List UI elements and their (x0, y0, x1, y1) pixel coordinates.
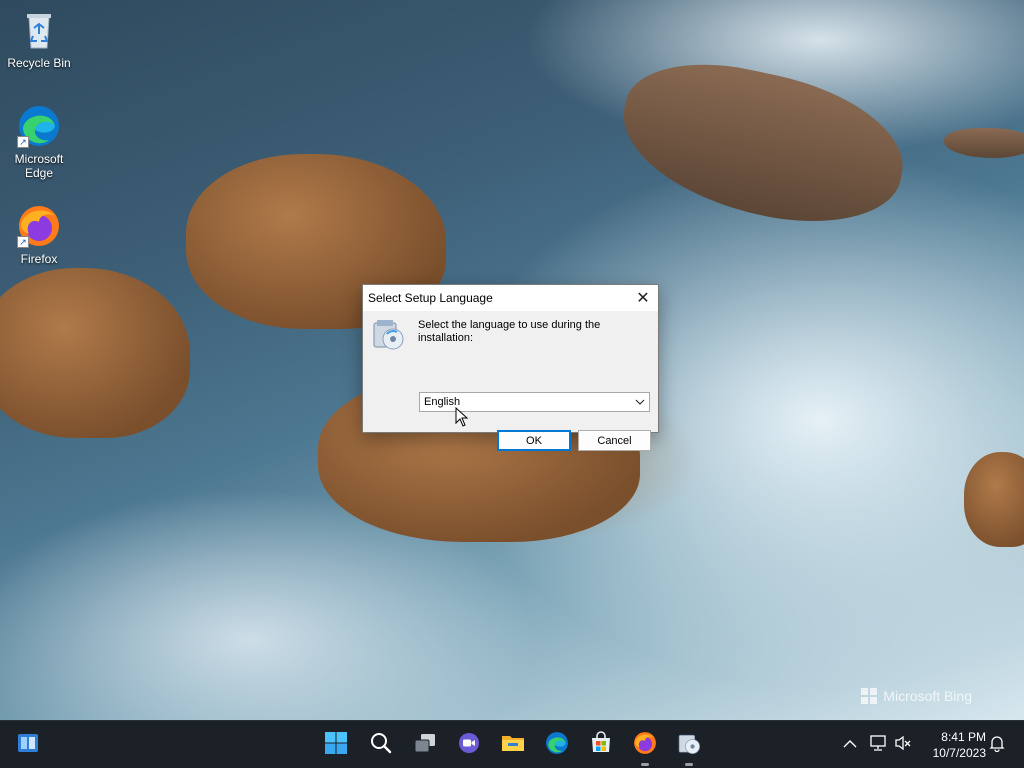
firefox-icon: ↗ (17, 204, 61, 248)
taskbar-clock[interactable]: 8:41 PM 10/7/2023 (922, 729, 986, 761)
task-view-icon (413, 731, 437, 760)
network-button[interactable] (868, 734, 888, 756)
widgets-icon (16, 731, 40, 760)
desktop-icon-label: Recycle Bin (7, 56, 71, 70)
task-view-button[interactable] (410, 730, 440, 760)
dialog-title: Select Setup Language (368, 291, 493, 305)
widgets-button[interactable] (13, 730, 43, 760)
shortcut-arrow-icon: ↗ (17, 236, 29, 248)
firefox-icon (633, 731, 657, 760)
dialog-body: Select the language to use during the in… (363, 311, 658, 451)
edge-icon (545, 731, 569, 760)
file-explorer-button[interactable] (498, 730, 528, 760)
setup-icon (371, 317, 405, 351)
start-button[interactable] (321, 730, 351, 760)
windows-logo-icon (324, 731, 348, 760)
notifications-button[interactable] (987, 735, 1007, 755)
search-button[interactable] (366, 730, 396, 760)
shortcut-arrow-icon: ↗ (17, 136, 29, 148)
setup-button[interactable] (674, 730, 704, 766)
desktop-icon-recycle-bin[interactable]: Recycle Bin (4, 8, 74, 70)
desktop-icon-label: Firefox (20, 252, 58, 266)
meet-button[interactable] (454, 730, 484, 760)
running-indicator (685, 763, 693, 766)
recycle-bin-icon (17, 8, 61, 52)
desktop-icon-label: Microsoft Edge (14, 152, 64, 180)
setup-icon (677, 731, 701, 760)
desktop-icon-edge[interactable]: ↗ Microsoft Edge (4, 104, 74, 180)
select-setup-language-dialog: Select Setup Language ✕ Select the langu… (362, 284, 659, 451)
edge-button[interactable] (542, 730, 572, 760)
wallpaper-rock (608, 45, 917, 243)
chevron-up-icon (843, 736, 857, 754)
volume-button[interactable] (893, 735, 913, 755)
notification-bell-icon (988, 734, 1006, 757)
volume-muted-icon (894, 735, 912, 756)
wallpaper-rock (944, 128, 1024, 158)
search-icon (369, 731, 393, 760)
close-icon: ✕ (636, 290, 650, 307)
store-icon (589, 730, 613, 760)
taskbar: 8:41 PM 10/7/2023 (0, 720, 1024, 768)
bing-logo-icon (861, 688, 878, 704)
show-hidden-icons-button[interactable] (840, 735, 860, 755)
network-icon (869, 734, 887, 756)
folder-icon (500, 731, 526, 760)
desktop-icon-firefox[interactable]: ↗ Firefox (4, 204, 74, 266)
dialog-titlebar[interactable]: Select Setup Language ✕ (363, 285, 658, 311)
meet-camera-icon (457, 731, 481, 760)
wallpaper-bear (964, 452, 1024, 547)
dialog-message: Select the language to use during the in… (418, 319, 601, 344)
clock-date: 10/7/2023 (932, 746, 986, 760)
edge-icon: ↗ (17, 104, 61, 148)
bing-watermark-text: Microsoft Bing (883, 688, 972, 704)
bing-watermark: Microsoft Bing (861, 688, 972, 704)
running-indicator (641, 763, 649, 766)
clock-time: 8:41 PM (941, 730, 986, 744)
chevron-down-icon (635, 396, 645, 408)
cancel-button[interactable]: Cancel (578, 430, 651, 451)
store-button[interactable] (586, 730, 616, 760)
language-select[interactable]: English (419, 392, 650, 412)
wallpaper-bear (0, 268, 190, 438)
dialog-close-button[interactable]: ✕ (628, 285, 658, 311)
firefox-button[interactable] (630, 730, 660, 766)
ok-button[interactable]: OK (497, 430, 571, 451)
mouse-cursor-icon (455, 406, 469, 427)
